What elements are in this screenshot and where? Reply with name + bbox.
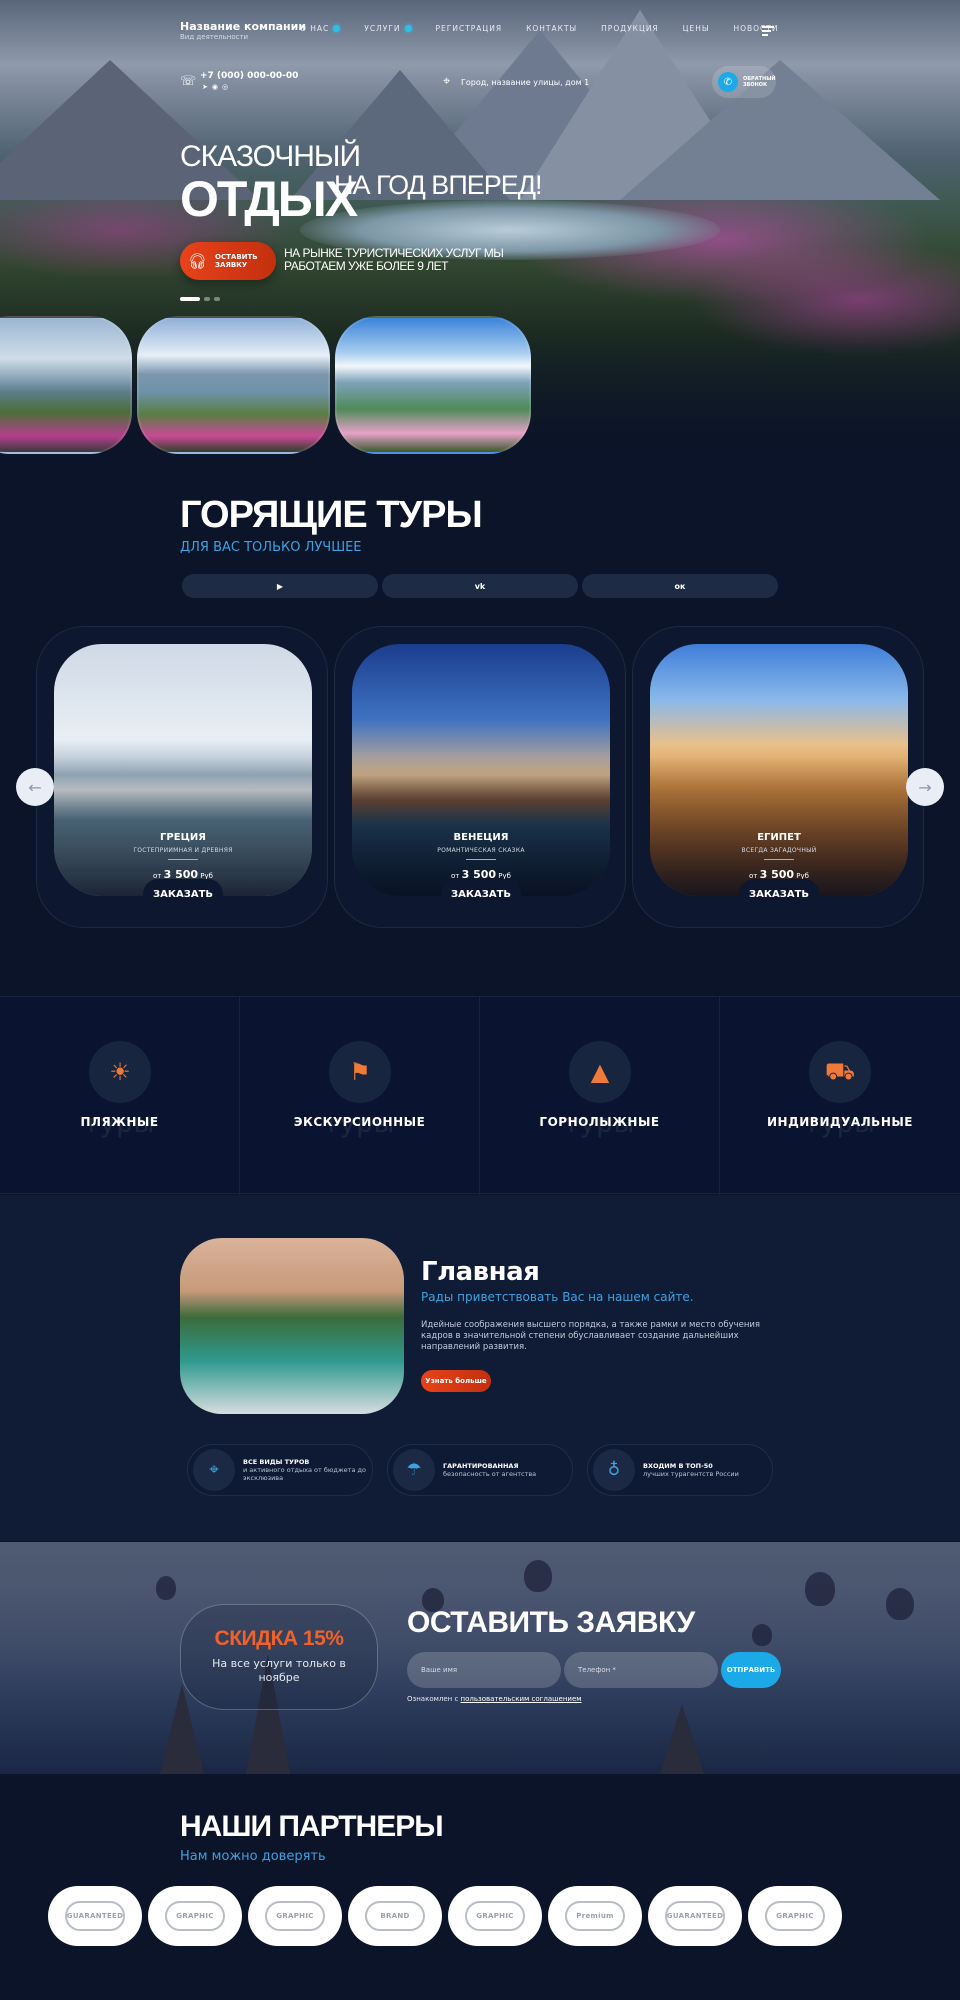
about-image (180, 1238, 404, 1414)
nav-item-contacts[interactable]: КОНТАКТЫ (526, 24, 577, 33)
tour-image: ЕГИПЕТ ВСЕГДА ЗАГАДОЧНЫЙ от 3 500 Руб (650, 644, 908, 896)
hero-title-line3: НА ГОД ВПЕРЕД! (334, 170, 543, 200)
tour-image: ГРЕЦИЯ ГОСТЕПРИИМНАЯ И ДРЕВНЯЯ от 3 500 … (54, 644, 312, 896)
feature-item: ⌖ ВСЕ ВИДЫ ТУРОВ и активного отдыха от бю… (187, 1444, 373, 1496)
tour-card[interactable]: ГРЕЦИЯ ГОСТЕПРИИМНАЯ И ДРЕВНЯЯ от 3 500 … (36, 626, 328, 928)
about-title: Главная (421, 1257, 540, 1287)
category-title: ГОРНОЛЫЖНЫЕ (539, 1115, 660, 1129)
callback-button[interactable]: ✆ ОБРАТНЫЙ ЗВОНОК (712, 66, 776, 98)
category-ski[interactable]: ▲ туры ГОРНОЛЫЖНЫЕ (480, 997, 720, 1195)
phone-icon: ☏ (180, 74, 197, 89)
menu-icon[interactable] (762, 26, 774, 38)
order-tour-button[interactable]: ЗАКАЗАТЬ (441, 879, 521, 909)
partners-subtitle: Нам можно доверять (180, 1849, 326, 1864)
tour-name: ГРЕЦИЯ (160, 832, 206, 843)
partner-logo[interactable]: BRAND (348, 1886, 442, 1946)
category-beach[interactable]: ☀ туры ПЛЯЖНЫЕ (0, 997, 240, 1195)
tour-image: ВЕНЕЦИЯ РОМАНТИЧЕСКАЯ СКАЗКА от 3 500 Ру… (352, 644, 610, 896)
beach-umbrella-icon: ☂ (393, 1449, 435, 1491)
nav-item-prices[interactable]: ЦЕНЫ (683, 24, 710, 33)
phone-input[interactable]: Телефон * (564, 1652, 718, 1688)
nav-item-about[interactable]: О НАС (300, 24, 341, 33)
headset-icon: 🎧︎ (188, 252, 208, 270)
order-tour-button[interactable]: ЗАКАЗАТЬ (143, 879, 223, 909)
discount-title: СКИДКА 15% (214, 1627, 344, 1650)
nav-item-registration[interactable]: РЕГИСТРАЦИЯ (436, 24, 503, 33)
partner-logo[interactable]: GUARANTEED (648, 1886, 742, 1946)
partner-logo[interactable]: Premium (548, 1886, 642, 1946)
signpost-icon: ⚑ (329, 1041, 391, 1103)
order-tour-button[interactable]: ЗАКАЗАТЬ (739, 879, 819, 909)
youtube-icon[interactable]: ▶ (182, 574, 378, 598)
hot-tours-subtitle: ДЛЯ ВАС ТОЛЬКО ЛУЧШЕЕ (180, 540, 362, 555)
tour-card[interactable]: ЕГИПЕТ ВСЕГДА ЗАГАДОЧНЫЙ от 3 500 Руб ЗА… (632, 626, 924, 928)
category-title: ИНДИВИДУАЛЬНЫЕ (766, 1115, 914, 1129)
agreement-link[interactable]: пользовательским соглашением (461, 1695, 582, 1703)
hero-order-button[interactable]: 🎧︎ ОСТАВИТЬ ЗАЯВКУ (180, 242, 276, 280)
car-luggage-icon: ⛟ (809, 1041, 871, 1103)
tour-name: ВЕНЕЦИЯ (453, 832, 509, 843)
viber-icon[interactable]: ◎ (222, 83, 228, 91)
learn-more-button[interactable]: Узнать больше (421, 1370, 491, 1392)
address: Город, название улицы, дом 1 (461, 78, 590, 87)
telegram-icon[interactable]: ➤ (202, 83, 208, 91)
tour-categories: ☀ туры ПЛЯЖНЫЕ ⚑ туры ЭКСКУРСИОННЫЕ ▲ ту… (0, 996, 960, 1195)
messenger-icons: ➤ ◉ ◎ (202, 83, 228, 91)
hero-thumbnail[interactable] (137, 316, 330, 454)
category-individual[interactable]: ⛟ туры ИНДИВИДУАЛЬНЫЕ (720, 997, 960, 1195)
partner-logo[interactable]: GRAPHIC (148, 1886, 242, 1946)
arrow-left-icon[interactable]: ← (16, 768, 54, 806)
tour-description: ГОСТЕПРИИМНАЯ И ДРЕВНЯЯ (133, 847, 233, 854)
category-excursion[interactable]: ⚑ туры ЭКСКУРСИОННЫЕ (240, 997, 480, 1195)
partner-logo[interactable]: GUARANTEED (48, 1886, 142, 1946)
tour-description: ВСЕГДА ЗАГАДОЧНЫЙ (741, 847, 817, 854)
dropdown-dot-icon (333, 25, 341, 32)
discount-badge: СКИДКА 15% На все услуги только в ноябре (180, 1604, 378, 1710)
callback-icon: ✆ (718, 72, 738, 92)
about-text: Идейные соображения высшего порядка, а т… (421, 1320, 761, 1352)
arrow-right-icon[interactable]: → (906, 768, 944, 806)
hot-tours-title: ГОРЯЩИЕ ТУРЫ (180, 494, 483, 536)
order-form-title: ОСТАВИТЬ ЗАЯВКУ (407, 1606, 695, 1639)
location-pin-icon: ⌖ (443, 74, 451, 89)
odnoklassniki-icon[interactable]: ок (582, 574, 778, 598)
submit-button[interactable]: ОТПРАВИТЬ (721, 1652, 781, 1688)
nav-item-services[interactable]: УСЛУГИ (364, 24, 412, 33)
feature-item: ♁ ВХОДИМ В ТОП-50 лучших турагентств Росс… (587, 1444, 773, 1496)
category-title: ПЛЯЖНЫЕ (80, 1115, 159, 1129)
discount-text: На все услуги только в ноябре (212, 1657, 346, 1684)
map-pin-icon: ⌖ (193, 1449, 235, 1491)
partners-title: НАШИ ПАРТНЕРЫ (180, 1810, 444, 1843)
tour-card[interactable]: ВЕНЕЦИЯ РОМАНТИЧЕСКАЯ СКАЗКА от 3 500 Ру… (334, 626, 626, 928)
partner-logo[interactable]: GRAPHIC (448, 1886, 542, 1946)
partner-logo[interactable]: GRAPHIC (748, 1886, 842, 1946)
hero-title-line2: ОТДЫХ (180, 171, 358, 227)
phone-number[interactable]: +7 (000) 000-00-00 (200, 71, 298, 81)
main-nav: О НАС УСЛУГИ РЕГИСТРАЦИЯ КОНТАКТЫ ПРОДУК… (300, 24, 779, 33)
tour-name: ЕГИПЕТ (757, 832, 801, 843)
agreement-text: Ознакомлен с пользовательским соглашение… (407, 1695, 582, 1703)
company-name[interactable]: Название компании (180, 20, 306, 33)
category-title: ЭКСКУРСИОННЫЕ (293, 1115, 426, 1129)
mountain-icon: ▲ (569, 1041, 631, 1103)
partner-logo[interactable]: GRAPHIC (248, 1886, 342, 1946)
sunset-icon: ☀ (89, 1041, 151, 1103)
feature-item: ☂ ГАРАНТИРОВАННАЯ безопасность от агентст… (387, 1444, 573, 1496)
hero-note: НА РЫНКЕ ТУРИСТИЧЕСКИХ УСЛУГ МЫ РАБОТАЕМ… (284, 246, 504, 273)
about-subtitle: Рады приветствовать Вас на нашем сайте. (421, 1290, 694, 1304)
balloon-icon: ♁ (593, 1449, 635, 1491)
slider-dots[interactable] (180, 297, 220, 301)
hero-title-line1: СКАЗОЧНЫЙ (180, 140, 361, 173)
dropdown-dot-icon (404, 25, 412, 32)
whatsapp-icon[interactable]: ◉ (212, 83, 218, 91)
vk-icon[interactable]: vk (382, 574, 578, 598)
hero-thumbnail[interactable] (0, 316, 132, 454)
company-subtitle: Вид деятельности (180, 33, 249, 41)
name-input[interactable]: Ваше имя (407, 1652, 561, 1688)
nav-item-products[interactable]: ПРОДУКЦИЯ (601, 24, 658, 33)
hero-thumbnail[interactable] (335, 316, 531, 454)
tour-description: РОМАНТИЧЕСКАЯ СКАЗКА (437, 847, 525, 854)
